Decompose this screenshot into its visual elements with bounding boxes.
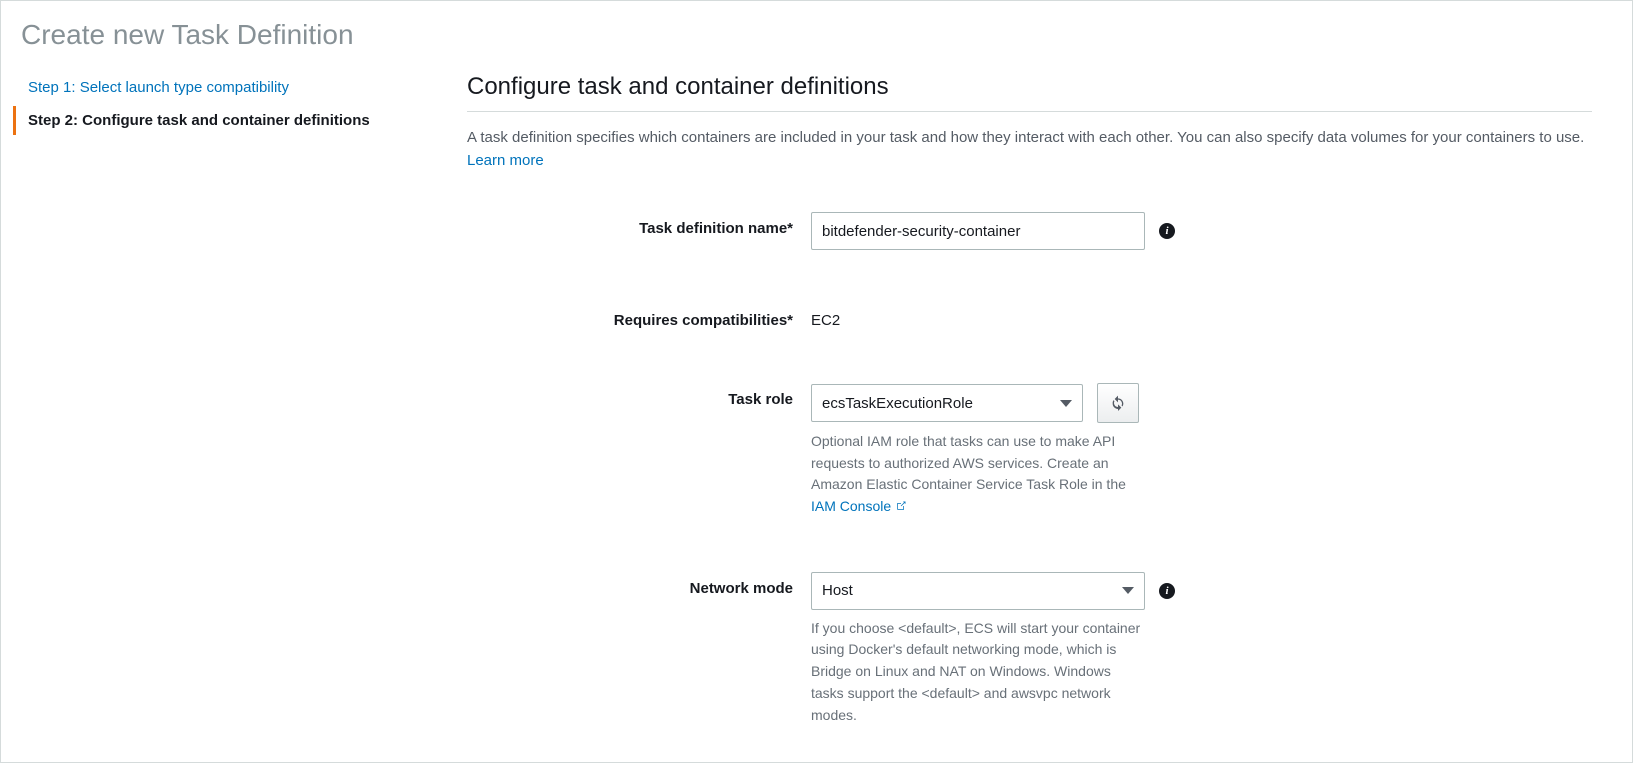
network-mode-selected-value: Host	[822, 582, 853, 599]
label-network-mode: Network mode	[467, 572, 811, 597]
refresh-icon	[1110, 395, 1126, 411]
wizard-step-2[interactable]: Step 2: Configure task and container def…	[13, 106, 467, 135]
task-role-help-text: Optional IAM role that tasks can use to …	[811, 433, 1126, 492]
wizard-steps-sidebar: Step 1: Select launch type compatibility…	[1, 73, 467, 763]
label-requires-compatibilities: Requires compatibilities*	[467, 304, 811, 329]
caret-down-icon	[1122, 587, 1134, 594]
section-divider	[467, 111, 1592, 112]
row-network-mode: Network mode Host i If you choose <defau…	[467, 572, 1592, 726]
row-requires-compatibilities: Requires compatibilities* EC2	[467, 304, 1592, 329]
learn-more-link[interactable]: Learn more	[467, 152, 544, 169]
task-role-help: Optional IAM role that tasks can use to …	[811, 431, 1145, 518]
row-task-definition-name: Task definition name* i	[467, 212, 1592, 250]
task-definition-name-input[interactable]	[811, 212, 1145, 250]
section-description: A task definition specifies which contai…	[467, 127, 1592, 172]
label-task-role: Task role	[467, 383, 811, 408]
refresh-button[interactable]	[1097, 383, 1139, 423]
wizard-step-1[interactable]: Step 1: Select launch type compatibility	[13, 73, 467, 102]
task-role-select[interactable]: ecsTaskExecutionRole	[811, 384, 1083, 422]
page-title: Create new Task Definition	[21, 19, 1632, 51]
network-mode-select[interactable]: Host	[811, 572, 1145, 610]
section-title: Configure task and container definitions	[467, 73, 1592, 101]
main-panel: Configure task and container definitions…	[467, 73, 1632, 763]
info-icon[interactable]: i	[1159, 583, 1175, 599]
network-mode-help: If you choose <default>, ECS will start …	[811, 618, 1145, 726]
label-task-definition-name: Task definition name*	[467, 212, 811, 237]
caret-down-icon	[1060, 400, 1072, 407]
section-description-text: A task definition specifies which contai…	[467, 129, 1584, 146]
external-link-icon	[895, 500, 907, 512]
requires-compatibilities-value: EC2	[811, 304, 840, 329]
info-icon[interactable]: i	[1159, 223, 1175, 239]
iam-console-link[interactable]: IAM Console	[811, 498, 907, 514]
row-task-role: Task role ecsTaskExecutionRole	[467, 383, 1592, 518]
task-role-selected-value: ecsTaskExecutionRole	[822, 395, 973, 412]
